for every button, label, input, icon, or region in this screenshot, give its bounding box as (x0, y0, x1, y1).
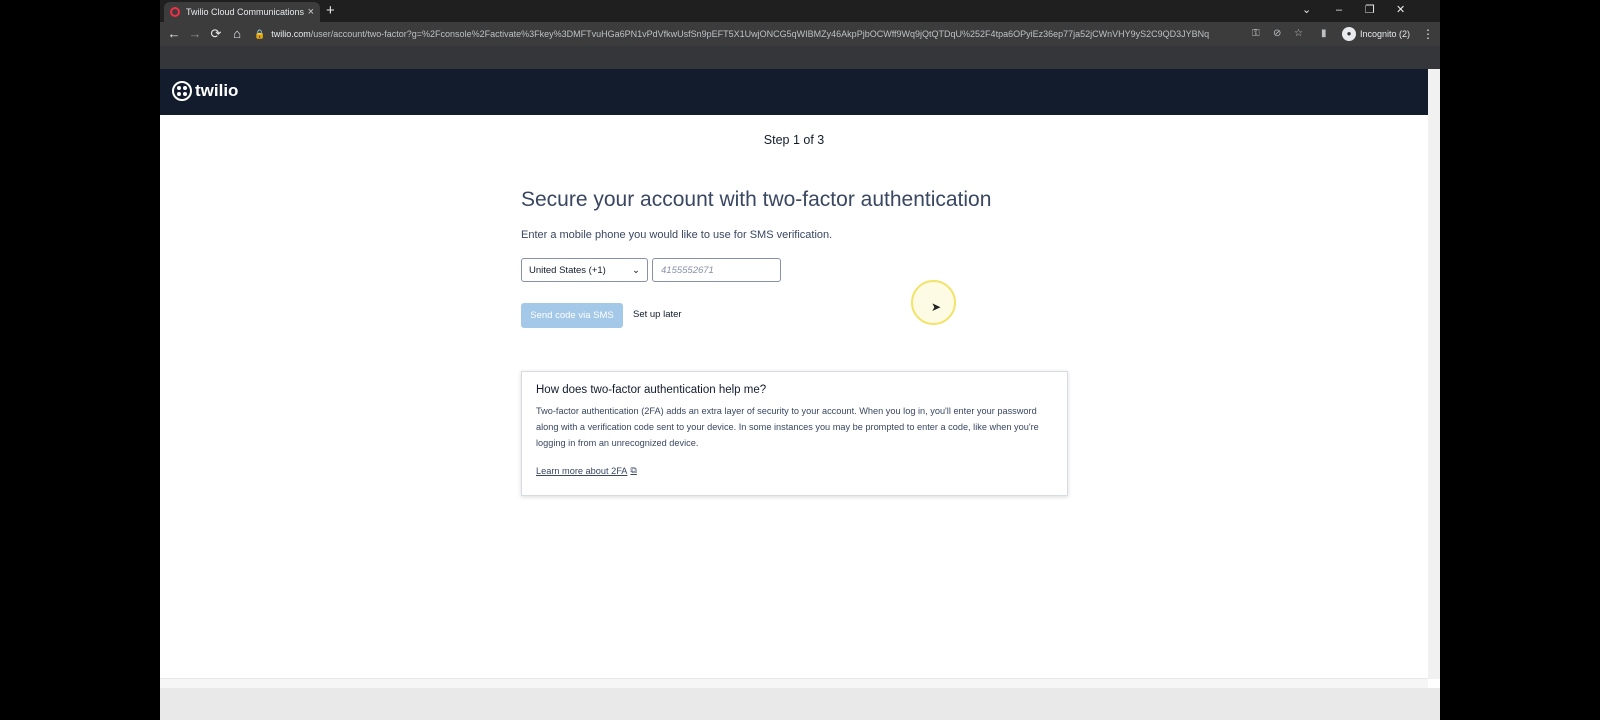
minimize-icon[interactable]: – (1336, 1, 1342, 19)
phone-number-input[interactable] (652, 258, 781, 282)
setup-later-link[interactable]: Set up later (633, 309, 682, 320)
country-select-value: United States (+1) (529, 264, 606, 276)
reload-icon[interactable]: ⟳ (207, 25, 225, 43)
restore-icon[interactable]: ❐ (1365, 1, 1375, 19)
info-card-body: Two-factor authentication (2FA) adds an … (536, 406, 1039, 448)
window-close-icon[interactable]: ✕ (1396, 1, 1405, 19)
url-host: twilio.com (271, 29, 311, 39)
chevron-down-icon: ⌄ (632, 264, 640, 276)
browser-tab-twilio[interactable]: Twilio Cloud Communications | W × (164, 2, 320, 22)
browser-menu-icon[interactable]: ⋮ (1422, 25, 1434, 43)
external-link-icon: ⧉ (630, 465, 637, 475)
step-indicator: Step 1 of 3 (763, 133, 825, 147)
forward-icon[interactable]: → (186, 25, 204, 43)
tab-title: Twilio Cloud Communications | W (186, 7, 304, 17)
bookmark-star-icon[interactable]: ☆ (1294, 25, 1303, 43)
tab-close-icon[interactable]: × (308, 6, 314, 18)
twilio-logo[interactable]: twilio (172, 81, 238, 101)
learn-more-text: Learn more about 2FA (536, 465, 628, 476)
browser-window: Twilio Cloud Communications | W × + ⌄ – … (160, 0, 1440, 720)
incognito-label: Incognito (2) (1360, 29, 1411, 39)
back-icon[interactable]: ← (165, 25, 183, 43)
info-card-title: How does two-factor authentication help … (536, 384, 767, 396)
incognito-icon: ● (1342, 27, 1356, 41)
side-panel-icon[interactable]: ▮ (1321, 25, 1327, 43)
home-icon[interactable]: ⌂ (228, 25, 246, 43)
twilio-logo-icon (172, 81, 192, 101)
horizontal-scrollbar[interactable] (160, 678, 1428, 688)
address-bar[interactable]: 🔒 twilio.com/user/account/two-factor?g=%… (254, 25, 1404, 43)
incognito-indicator[interactable]: ● Incognito (2) (1342, 25, 1410, 43)
info-card: How does two-factor authentication help … (521, 371, 1068, 496)
eye-off-icon[interactable]: ⊘ (1273, 25, 1281, 43)
learn-more-link[interactable]: Learn more about 2FA ⧉ (536, 465, 637, 476)
bottom-bar (160, 688, 1440, 720)
key-icon[interactable]: ⚿ (1252, 25, 1260, 43)
url-path: /user/account/two-factor?g=%2Fconsole%2F… (310, 29, 1210, 39)
country-code-select[interactable]: United States (+1) ⌄ (521, 258, 648, 282)
tab-search-icon[interactable]: ⌄ (1302, 1, 1311, 19)
new-tab-button[interactable]: + (326, 2, 335, 20)
browser-toolbar: ← → ⟳ ⌂ 🔒 twilio.com/user/account/two-fa… (160, 22, 1440, 46)
logo-text: twilio (195, 81, 239, 100)
mouse-pointer-icon: ➤ (931, 300, 942, 314)
tab-strip: Twilio Cloud Communications | W × + ⌄ – … (160, 0, 1440, 22)
vertical-scrollbar[interactable] (1428, 69, 1440, 679)
lock-icon[interactable]: 🔒 (254, 25, 265, 43)
send-code-button[interactable]: Send code via SMS (521, 303, 623, 328)
toolbar-spacer (160, 46, 1440, 69)
url-text: twilio.com/user/account/two-factor?g=%2F… (271, 25, 1209, 43)
instruction-text: Enter a mobile phone you would like to u… (521, 229, 833, 241)
twilio-favicon-icon (170, 7, 180, 17)
page-title: Secure your account with two-factor auth… (521, 188, 992, 211)
site-header: twilio (160, 69, 1428, 115)
